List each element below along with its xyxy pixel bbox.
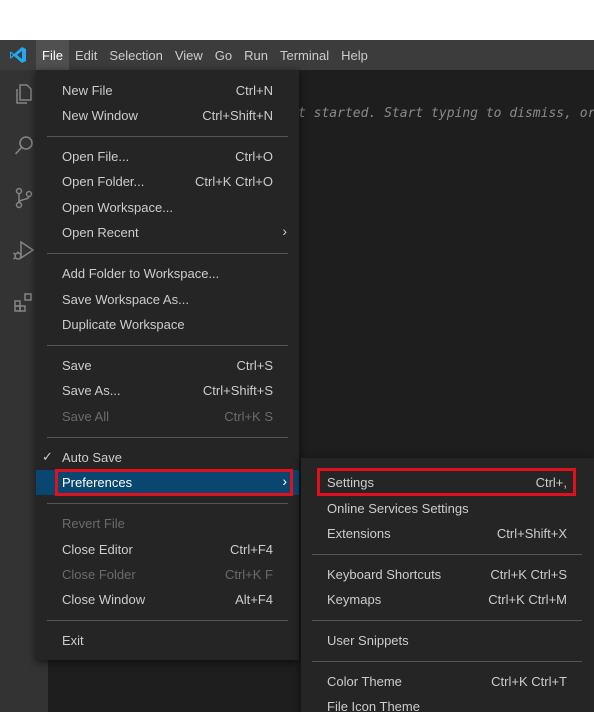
vscode-logo-icon	[0, 40, 36, 70]
menu-help[interactable]: Help	[335, 40, 374, 70]
menu-run[interactable]: Run	[238, 40, 274, 70]
menu-item-keyboard-shortcuts[interactable]: Keyboard Shortcuts Ctrl+K Ctrl+S	[301, 562, 594, 587]
menu-go[interactable]: Go	[209, 40, 238, 70]
menu-item-revert-file: Revert File	[62, 516, 125, 531]
menu-item-save-as[interactable]: Save As... Ctrl+Shift+S	[36, 378, 299, 403]
preferences-submenu: Settings Ctrl+, Online Services Settings…	[301, 458, 594, 712]
menu-item-close-editor[interactable]: Close Editor Ctrl+F4	[36, 537, 299, 562]
menu-item-auto-save[interactable]: ✓ Auto Save	[36, 445, 299, 470]
menu-terminal[interactable]: Terminal	[274, 40, 335, 70]
checkmark-icon: ✓	[42, 449, 53, 464]
menu-item-settings[interactable]: Settings Ctrl+,	[301, 470, 594, 495]
menu-item-open-workspace[interactable]: Open Workspace...	[36, 195, 299, 220]
menu-separator	[47, 437, 288, 438]
menu-separator	[47, 136, 288, 137]
menu-item-save[interactable]: Save Ctrl+S	[36, 353, 299, 378]
menu-item-open-file[interactable]: Open File... Ctrl+O	[36, 144, 299, 169]
menu-item-save-workspace-as[interactable]: Save Workspace As...	[36, 287, 299, 312]
menu-file[interactable]: File	[36, 40, 69, 70]
menu-selection[interactable]: Selection	[103, 40, 168, 70]
menu-separator	[47, 620, 288, 621]
menu-item-duplicate-workspace[interactable]: Duplicate Workspace	[36, 312, 299, 337]
window-top-gap	[0, 0, 594, 40]
chevron-right-icon: ›	[282, 223, 287, 239]
menu-item-preferences[interactable]: Preferences ›	[36, 470, 299, 495]
menu-view[interactable]: View	[169, 40, 209, 70]
menu-item-new-file[interactable]: New File Ctrl+N	[36, 78, 299, 103]
menu-item-online-services-settings[interactable]: Online Services Settings	[301, 496, 594, 521]
menu-edit[interactable]: Edit	[69, 40, 103, 70]
menu-separator	[312, 661, 582, 662]
editor-hint-text: t started. Start typing to dismiss, or	[298, 106, 594, 121]
menu-item-new-window[interactable]: New Window Ctrl+Shift+N	[36, 103, 299, 128]
menu-separator	[47, 503, 288, 504]
menu-separator	[47, 345, 288, 346]
menu-item-extensions[interactable]: Extensions Ctrl+Shift+X	[301, 521, 594, 546]
menu-item-close-folder: Close Folder Ctrl+K F	[62, 567, 273, 582]
menu-separator	[312, 620, 582, 621]
menu-item-open-folder[interactable]: Open Folder... Ctrl+K Ctrl+O	[36, 169, 299, 194]
menu-item-user-snippets[interactable]: User Snippets	[301, 628, 594, 653]
menu-bar: File Edit Selection View Go Run Terminal…	[0, 40, 594, 70]
menu-item-keymaps[interactable]: Keymaps Ctrl+K Ctrl+M	[301, 587, 594, 612]
menu-item-open-recent[interactable]: Open Recent ›	[36, 220, 299, 245]
chevron-right-icon: ›	[282, 473, 287, 489]
menu-separator	[312, 554, 582, 555]
file-menu: New File Ctrl+N New Window Ctrl+Shift+N …	[36, 70, 299, 660]
menu-separator	[47, 253, 288, 254]
menu-item-color-theme[interactable]: Color Theme Ctrl+K Ctrl+T	[301, 669, 594, 694]
menu-item-file-icon-theme[interactable]: File Icon Theme	[301, 694, 594, 712]
menu-item-add-folder[interactable]: Add Folder to Workspace...	[36, 261, 299, 286]
menu-item-save-all: Save All Ctrl+K S	[62, 409, 273, 424]
menu-item-exit[interactable]: Exit	[36, 628, 299, 653]
menu-item-close-window[interactable]: Close Window Alt+F4	[36, 587, 299, 612]
